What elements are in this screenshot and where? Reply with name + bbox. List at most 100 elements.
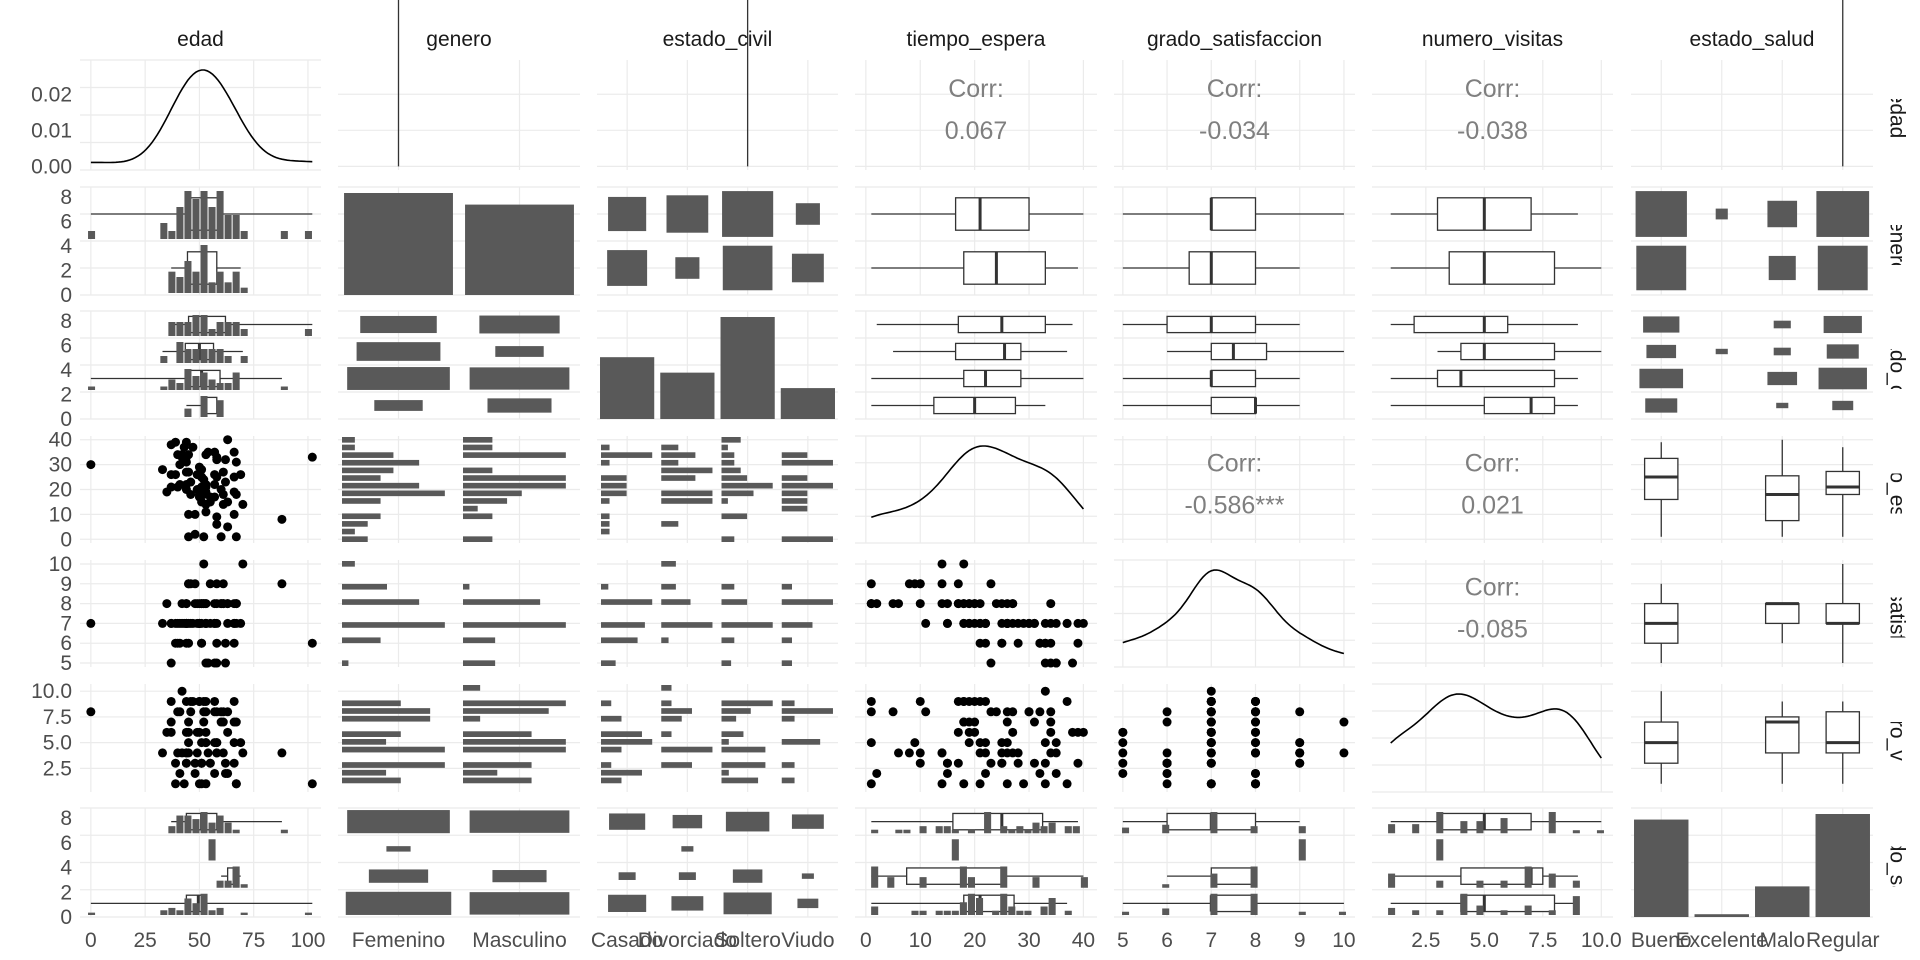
facet-hist-bar — [1080, 877, 1088, 888]
facet-hist-bar — [216, 191, 224, 239]
data-point — [937, 559, 947, 569]
box — [1460, 894, 1556, 913]
data-point — [1073, 638, 1083, 648]
x-tick-label: Viudo — [781, 929, 834, 952]
facet-hist-bar — [661, 700, 672, 707]
panel-r3-c4: Corr: -0.586*** — [1114, 436, 1355, 543]
boxplot — [1842, 0, 1844, 167]
facet-hist-bar — [1298, 911, 1306, 915]
data-point — [277, 748, 287, 758]
facet-hist-bar — [200, 812, 208, 834]
facet-hist-bar — [721, 599, 748, 605]
facet-hist-bar — [661, 599, 691, 605]
data-point — [1162, 748, 1172, 758]
data-point — [201, 499, 211, 509]
box — [1643, 457, 1679, 501]
data-point — [173, 707, 183, 717]
data-point — [997, 738, 1007, 748]
density-curve — [1122, 569, 1345, 655]
x-tick-label: 40 — [1072, 929, 1095, 952]
data-point — [197, 599, 207, 609]
facet-hist-bar — [342, 599, 420, 605]
panel-r3-c0 — [80, 435, 321, 543]
facet-hist-bar — [1250, 893, 1258, 915]
facet-hist-bar — [216, 271, 224, 293]
facet-hist-bar — [342, 715, 431, 722]
facet-hist-bar — [721, 715, 737, 722]
mosaic-tile — [1818, 367, 1867, 390]
facet-hist-bar — [781, 459, 833, 466]
data-point — [1062, 779, 1072, 789]
data-point — [888, 707, 898, 717]
panel-r0-c4: Corr: -0.034 — [1114, 60, 1355, 170]
mosaic-tile — [675, 257, 700, 279]
data-point — [1162, 758, 1172, 768]
facet-hist-bar — [721, 437, 741, 443]
facet-hist-bar — [1436, 839, 1444, 861]
data-point — [201, 487, 211, 497]
count-bar — [1815, 814, 1870, 917]
panel-grid — [597, 560, 838, 667]
data-point — [220, 455, 230, 465]
facet-hist-bar — [721, 660, 732, 666]
corr-label: Corr: — [948, 75, 1004, 103]
strip-label-right: estado_civil — [1885, 310, 1908, 420]
data-point — [970, 727, 980, 737]
facet-hist-bar — [601, 528, 610, 535]
data-point — [1206, 738, 1216, 748]
data-point — [1008, 707, 1018, 717]
data-point — [1162, 717, 1172, 727]
boxplot — [1122, 396, 1300, 415]
facet-hist-bar — [184, 191, 192, 239]
mosaic-tile — [791, 253, 824, 283]
facet-hist-bar — [232, 322, 240, 336]
panel-grid — [80, 560, 321, 667]
data-point — [942, 768, 952, 778]
facet-hist-bar — [1064, 826, 1072, 834]
mosaic-tile — [1832, 400, 1854, 411]
facet-hist-bar — [967, 877, 975, 888]
facet-hist-bar — [160, 223, 168, 239]
mosaic-tile — [1646, 344, 1677, 359]
facet-hist-bar — [1040, 826, 1048, 834]
data-point — [205, 758, 215, 768]
facet-hist-bar — [601, 769, 642, 776]
strip-label-top: grado_satisfaccion — [1147, 28, 1322, 51]
facet-hist-bar — [781, 777, 795, 784]
x-tick-label: 10 — [909, 929, 932, 952]
facet-hist-bar — [342, 444, 355, 451]
y-tick-label: 5.0 — [43, 732, 72, 755]
data-point — [166, 696, 176, 706]
data-point — [937, 579, 947, 589]
data-point — [216, 717, 226, 727]
mosaic-tile — [1639, 368, 1684, 389]
mosaic-tile — [492, 870, 547, 883]
facet-hist-bar — [240, 912, 248, 915]
box — [1210, 342, 1268, 361]
facet-hist-bar — [781, 715, 795, 722]
density-curve — [871, 445, 1085, 519]
data-point — [201, 696, 211, 706]
facet-hist-bar — [216, 880, 224, 888]
strip-label-right-group: estado_salud — [1885, 847, 1908, 887]
boxplot — [1390, 812, 1602, 831]
mosaic-tile — [791, 814, 824, 829]
facet-hist-bar — [601, 482, 627, 489]
facet-hist-bar — [463, 536, 493, 542]
facet-hist-bar — [216, 349, 224, 363]
facet-hist-bar — [176, 277, 184, 293]
mosaic-tile — [368, 869, 429, 883]
mosaic-tile — [681, 846, 694, 852]
data-point — [915, 758, 925, 768]
data-point — [1024, 707, 1034, 717]
facet-hist-bar — [1572, 896, 1580, 915]
data-point — [158, 618, 168, 628]
facet-hist-bar — [232, 215, 240, 239]
panel-r4-c1 — [338, 560, 580, 667]
panel-r5-c2 — [597, 684, 838, 792]
data-point — [1029, 618, 1039, 628]
boxplot — [1122, 251, 1300, 285]
strip-label-right-group: estado_civil — [1885, 310, 1908, 420]
data-point — [1068, 727, 1078, 737]
facet-hist-bar — [168, 231, 176, 239]
